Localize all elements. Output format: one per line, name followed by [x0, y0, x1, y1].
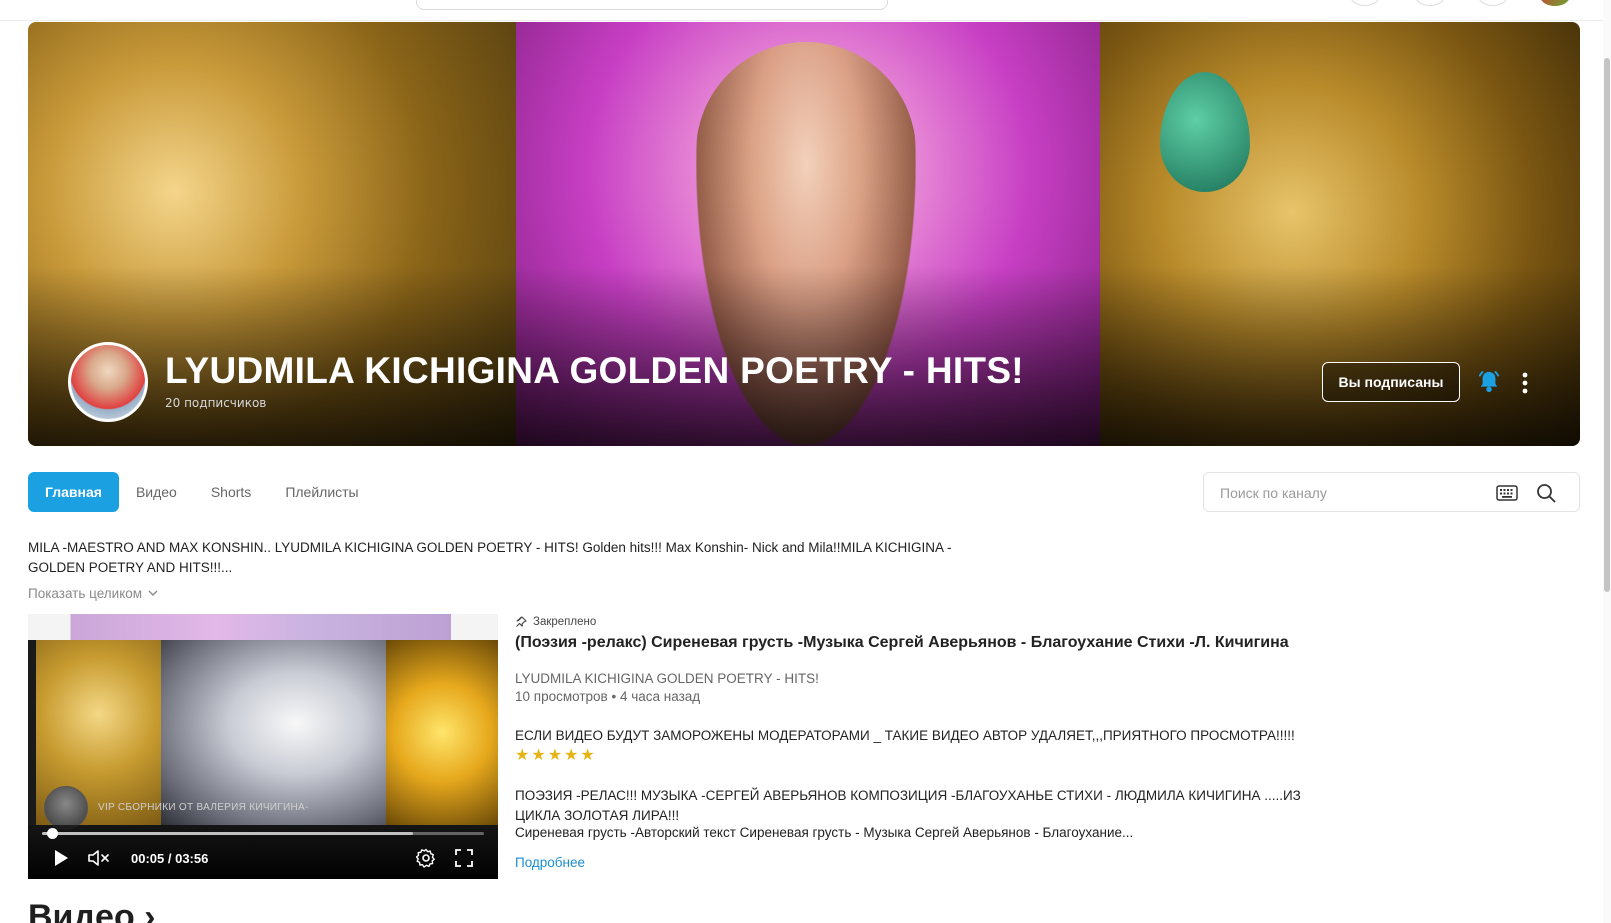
- channel-avatar[interactable]: [68, 342, 148, 422]
- star-rating: ★★★★★: [515, 745, 597, 764]
- video-frame-center: [161, 640, 386, 825]
- user-avatar[interactable]: [1540, 0, 1570, 6]
- play-icon: [55, 850, 68, 866]
- gear-icon: [416, 848, 435, 868]
- video-frame-right: [386, 640, 498, 825]
- progress-knob[interactable]: [46, 828, 58, 839]
- chevron-down-icon: [148, 590, 158, 596]
- upload-icon[interactable]: [1350, 0, 1380, 6]
- show-more-label: Показать целиком: [28, 586, 143, 601]
- video-time: 00:05 / 03:56: [131, 851, 209, 866]
- video-title[interactable]: (Поэзия -релакс) Сиреневая грусть -Музык…: [515, 634, 1289, 652]
- apps-icon[interactable]: [1478, 0, 1508, 6]
- view-count: 10 просмотров: [515, 689, 608, 704]
- video-channel-name[interactable]: LYUDMILA KICHIGINA GOLDEN POETRY - HITS!: [515, 671, 819, 686]
- videos-section-heading[interactable]: Видео ›: [28, 898, 155, 923]
- subscribed-button[interactable]: Вы подписаны: [1322, 362, 1460, 402]
- global-search-input[interactable]: [416, 0, 888, 10]
- channel-banner: LYUDMILA KICHIGINA GOLDEN POETRY - HITS!…: [28, 22, 1580, 446]
- notifications-icon[interactable]: [1415, 0, 1445, 6]
- channel-title: LYUDMILA KICHIGINA GOLDEN POETRY - HITS!: [165, 350, 1024, 391]
- settings-button[interactable]: [414, 846, 438, 870]
- video-overlay-text: VIP СБОРНИКИ ОТ ВАЛЕРИЯ КИЧИГИНА-: [98, 802, 309, 813]
- keyboard-icon[interactable]: [1496, 485, 1518, 501]
- more-options-icon[interactable]: [1520, 370, 1530, 396]
- upload-age: 4 часа назад: [619, 689, 701, 704]
- tab-playlists[interactable]: Плейлисты: [268, 472, 375, 512]
- top-header: [0, 0, 1611, 21]
- mute-button[interactable]: [86, 846, 112, 870]
- muted-volume-icon: [88, 850, 109, 866]
- pinned-label: Закреплено: [533, 616, 597, 628]
- pin-icon: [516, 616, 527, 627]
- video-description-line: ЕСЛИ ВИДЕО БУДУТ ЗАМОРОЖЕНЫ МОДЕРАТОРАМИ…: [515, 728, 1295, 743]
- progress-buffer: [42, 832, 414, 835]
- channel-search-input[interactable]: [1220, 483, 1480, 503]
- pinned-badge: Закреплено: [515, 616, 596, 628]
- page-scrollbar[interactable]: [1603, 0, 1611, 923]
- show-more-link[interactable]: Показать целиком: [28, 586, 158, 601]
- fullscreen-icon: [455, 849, 473, 867]
- video-meta: 10 просмотров • 4 часа назад: [515, 689, 700, 704]
- video-description-line: ПОЭЗИЯ -РЕЛАС!!! МУЗЫКА -СЕРГЕЙ АВЕРЬЯНО…: [515, 788, 1301, 823]
- channel-tabs: Главная Видео Shorts Плейлисты: [28, 472, 376, 512]
- tab-shorts[interactable]: Shorts: [194, 472, 268, 512]
- play-button[interactable]: [50, 846, 72, 870]
- more-details-link[interactable]: Подробнее: [515, 855, 585, 870]
- fullscreen-button[interactable]: [452, 846, 476, 870]
- subscriber-count: 20 подписчиков: [165, 396, 267, 410]
- bell-icon[interactable]: [1478, 370, 1500, 394]
- tab-videos[interactable]: Видео: [119, 472, 194, 512]
- video-description-line: Сиреневая грусть -Авторский текст Сирене…: [515, 825, 1134, 840]
- search-icon[interactable]: [1536, 483, 1556, 503]
- progress-bar[interactable]: [42, 828, 484, 839]
- meta-separator: •: [611, 689, 617, 704]
- scrollbar-thumb[interactable]: [1604, 58, 1610, 592]
- video-player[interactable]: VIP СБОРНИКИ ОТ ВАЛЕРИЯ КИЧИГИНА- 00:05 …: [28, 614, 498, 879]
- tab-home[interactable]: Главная: [28, 472, 119, 512]
- video-overlay-avatar: [44, 786, 88, 830]
- channel-description: MILA -MAESTRO AND MAX KONSHIN.. LYUDMILA…: [28, 540, 952, 575]
- channel-search-box: [1203, 472, 1580, 512]
